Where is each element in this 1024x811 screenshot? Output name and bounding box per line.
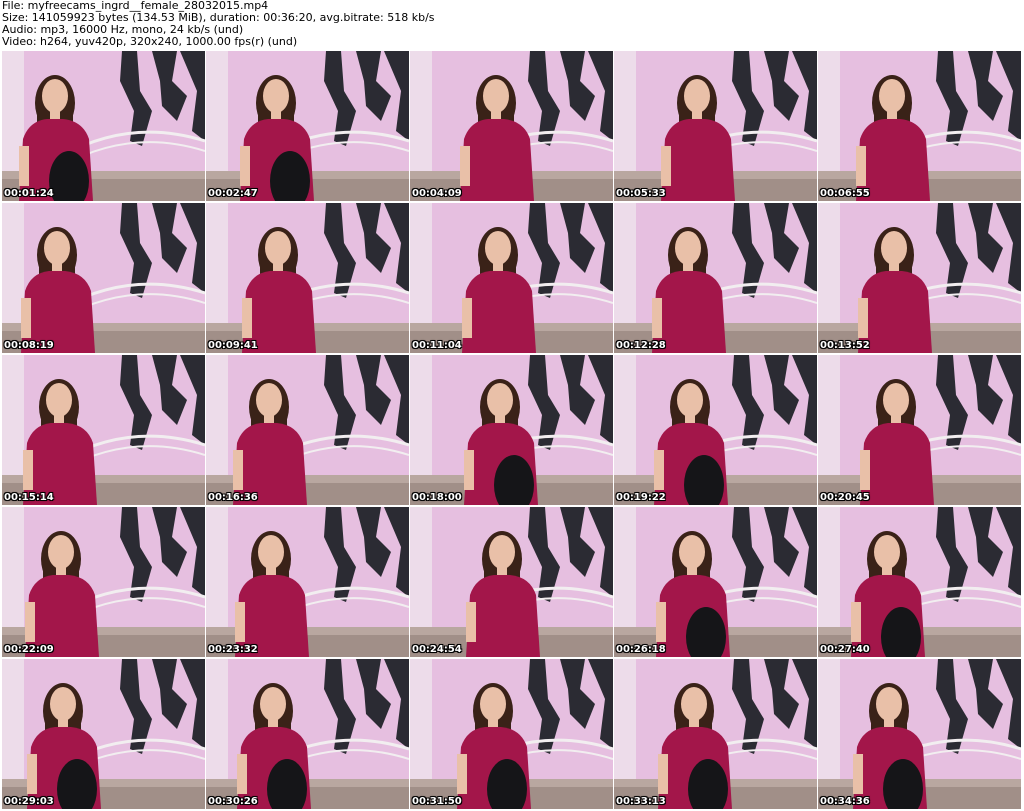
video-frame-thumbnail[interactable]: 00:22:09	[2, 507, 205, 657]
frame-image	[818, 659, 1021, 809]
frame-image	[2, 51, 205, 201]
video-frame-thumbnail[interactable]: 00:06:55	[818, 51, 1021, 201]
frame-image	[410, 355, 613, 505]
frame-timestamp: 00:13:52	[820, 340, 870, 351]
video-frame-thumbnail[interactable]: 00:30:26	[206, 659, 409, 809]
frame-timestamp: 00:06:55	[820, 188, 870, 199]
frame-timestamp: 00:04:09	[412, 188, 462, 199]
frame-timestamp: 00:12:28	[616, 340, 666, 351]
frame-timestamp: 00:09:41	[208, 340, 258, 351]
frame-image	[2, 203, 205, 353]
frame-image	[2, 355, 205, 505]
frame-image	[614, 51, 817, 201]
frame-timestamp: 00:33:13	[616, 796, 666, 807]
video-frame-thumbnail[interactable]: 00:27:40	[818, 507, 1021, 657]
frame-timestamp: 00:16:36	[208, 492, 258, 503]
video-frame-thumbnail[interactable]: 00:31:50	[410, 659, 613, 809]
video-frame-thumbnail[interactable]: 00:15:14	[2, 355, 205, 505]
video-frame-thumbnail[interactable]: 00:23:32	[206, 507, 409, 657]
frame-timestamp: 00:15:14	[4, 492, 54, 503]
video-frame-thumbnail[interactable]: 00:29:03	[2, 659, 205, 809]
frame-image	[614, 507, 817, 657]
frame-image	[206, 507, 409, 657]
file-info-header: File: myfreecams_ingrd__female_28032015.…	[2, 0, 1022, 48]
frame-timestamp: 00:24:54	[412, 644, 462, 655]
video-frame-thumbnail[interactable]: 00:02:47	[206, 51, 409, 201]
frame-image	[410, 659, 613, 809]
frame-image	[818, 203, 1021, 353]
frame-timestamp: 00:31:50	[412, 796, 462, 807]
video-frame-thumbnail[interactable]: 00:13:52	[818, 203, 1021, 353]
video-frame-thumbnail[interactable]: 00:26:18	[614, 507, 817, 657]
frame-image	[614, 659, 817, 809]
video-frame-thumbnail[interactable]: 00:34:36	[818, 659, 1021, 809]
frame-timestamp: 00:29:03	[4, 796, 54, 807]
frame-image	[410, 203, 613, 353]
video-frame-thumbnail[interactable]: 00:04:09	[410, 51, 613, 201]
frame-timestamp: 00:23:32	[208, 644, 258, 655]
frame-image	[206, 355, 409, 505]
frame-image	[2, 659, 205, 809]
video-info: Video: h264, yuv420p, 320x240, 1000.00 f…	[2, 35, 298, 48]
frame-timestamp: 00:34:36	[820, 796, 870, 807]
frame-image	[818, 355, 1021, 505]
frame-image	[818, 51, 1021, 201]
frame-image	[206, 203, 409, 353]
frame-timestamp: 00:11:04	[412, 340, 462, 351]
video-frame-thumbnail[interactable]: 00:20:45	[818, 355, 1021, 505]
video-frame-thumbnail[interactable]: 00:01:24	[2, 51, 205, 201]
frame-timestamp: 00:22:09	[4, 644, 54, 655]
video-frame-thumbnail[interactable]: 00:33:13	[614, 659, 817, 809]
video-frame-thumbnail[interactable]: 00:12:28	[614, 203, 817, 353]
frame-timestamp: 00:19:22	[616, 492, 666, 503]
video-frame-thumbnail[interactable]: 00:09:41	[206, 203, 409, 353]
video-frame-thumbnail[interactable]: 00:24:54	[410, 507, 613, 657]
frame-timestamp: 00:30:26	[208, 796, 258, 807]
video-frame-thumbnail[interactable]: 00:05:33	[614, 51, 817, 201]
frame-image	[2, 507, 205, 657]
frame-image	[614, 203, 817, 353]
thumbnail-grid: 00:01:24 00:02:47 00:04:09 00:05:33 00:06:55…	[2, 51, 1021, 809]
frame-timestamp: 00:01:24	[4, 188, 54, 199]
frame-image	[206, 51, 409, 201]
frame-timestamp: 00:18:00	[412, 492, 462, 503]
frame-timestamp: 00:27:40	[820, 644, 870, 655]
video-frame-thumbnail[interactable]: 00:19:22	[614, 355, 817, 505]
video-frame-thumbnail[interactable]: 00:11:04	[410, 203, 613, 353]
frame-timestamp: 00:08:19	[4, 340, 54, 351]
frame-image	[410, 507, 613, 657]
video-frame-thumbnail[interactable]: 00:08:19	[2, 203, 205, 353]
frame-image	[818, 507, 1021, 657]
frame-image	[614, 355, 817, 505]
frame-timestamp: 00:20:45	[820, 492, 870, 503]
frame-timestamp: 00:26:18	[616, 644, 666, 655]
frame-image	[410, 51, 613, 201]
video-frame-thumbnail[interactable]: 00:16:36	[206, 355, 409, 505]
frame-image	[206, 659, 409, 809]
video-frame-thumbnail[interactable]: 00:18:00	[410, 355, 613, 505]
frame-timestamp: 00:05:33	[616, 188, 666, 199]
frame-timestamp: 00:02:47	[208, 188, 258, 199]
